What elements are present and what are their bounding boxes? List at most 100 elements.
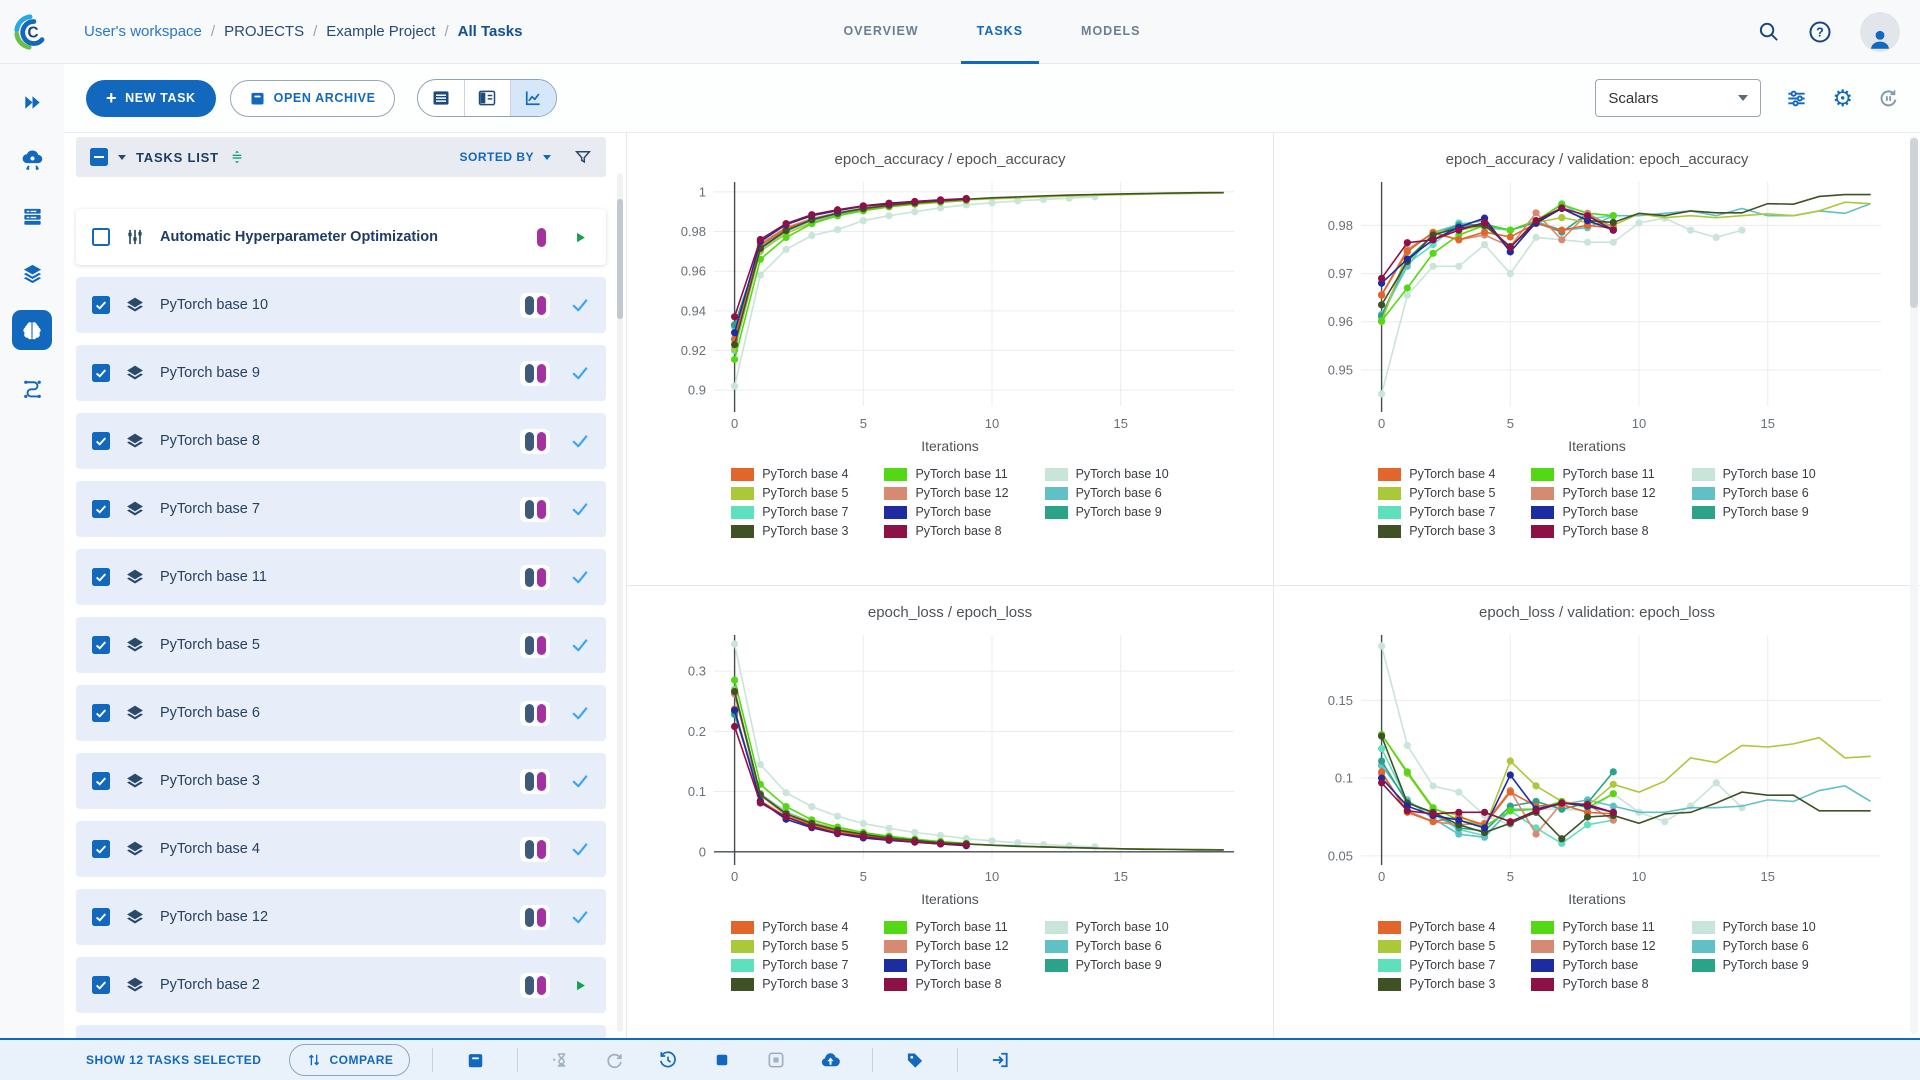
task-row[interactable]: PyTorch base 11 (76, 549, 606, 605)
tab-tasks[interactable]: TASKS (960, 0, 1040, 64)
task-row[interactable]: PyTorch base 6 (76, 685, 606, 741)
row-checkbox[interactable] (92, 840, 110, 858)
publish-icon[interactable] (810, 1044, 850, 1076)
add-tag-icon[interactable] (895, 1044, 935, 1076)
help-icon[interactable]: ? (1808, 20, 1832, 44)
legend-item[interactable]: PyTorch base (884, 505, 1008, 519)
legend-item[interactable]: PyTorch base 5 (1378, 939, 1495, 953)
task-row[interactable]: PyTorch base 3 (76, 753, 606, 809)
archive-action-icon[interactable] (455, 1044, 495, 1076)
breadcrumb-item[interactable]: All Tasks (458, 23, 523, 40)
sidebar-expand-icon[interactable] (12, 82, 52, 122)
legend-item[interactable]: PyTorch base 9 (1691, 505, 1816, 519)
legend-item[interactable]: PyTorch base 12 (884, 939, 1009, 953)
tasks-scrollbar-thumb[interactable] (617, 199, 623, 319)
legend-item[interactable]: PyTorch base 7 (1378, 958, 1495, 972)
sidebar-item-projects[interactable] (12, 310, 52, 350)
task-row[interactable]: Automatic Hyperparameter Optimization (76, 209, 606, 265)
legend-item[interactable]: PyTorch base 10 (1044, 467, 1169, 481)
legend-item[interactable]: PyTorch base 4 (1378, 920, 1495, 934)
search-icon[interactable] (1757, 20, 1780, 43)
legend-item[interactable]: PyTorch base 9 (1044, 958, 1169, 972)
open-archive-button[interactable]: OPEN ARCHIVE (229, 79, 395, 117)
legend-item[interactable]: PyTorch base 4 (1378, 467, 1495, 481)
sidebar-item-serving[interactable] (12, 139, 52, 179)
move-to-project-icon[interactable] (980, 1044, 1020, 1076)
row-checkbox[interactable] (92, 636, 110, 654)
legend-item[interactable]: PyTorch base 3 (1378, 977, 1495, 991)
row-checkbox[interactable] (92, 908, 110, 926)
legend-item[interactable]: PyTorch base 8 (1531, 524, 1655, 538)
breadcrumb-item[interactable]: PROJECTS (224, 23, 304, 40)
auto-refresh-icon[interactable] (1877, 87, 1900, 110)
task-row[interactable]: PyTorch base 12 (76, 889, 606, 945)
legend-item[interactable]: PyTorch base 7 (731, 505, 848, 519)
legend-item[interactable]: PyTorch base 6 (1044, 939, 1169, 953)
legend-item[interactable]: PyTorch base 4 (731, 467, 848, 481)
filter-icon[interactable] (574, 148, 592, 166)
task-row[interactable]: PyTorch base 8 (76, 413, 606, 469)
abort-icon[interactable] (702, 1044, 742, 1076)
legend-item[interactable]: PyTorch base 3 (1378, 524, 1495, 538)
task-row[interactable]: PyTorch base (76, 1025, 606, 1038)
legend-item[interactable]: PyTorch base 6 (1691, 486, 1816, 500)
task-row[interactable]: PyTorch base 2 (76, 957, 606, 1013)
tab-models[interactable]: MODELS (1065, 0, 1156, 64)
plot-area[interactable]: 0 5 10 15 0.95 0.96 0.97 0.98 (1297, 172, 1897, 440)
row-checkbox[interactable] (92, 228, 110, 246)
legend-item[interactable]: PyTorch base 5 (1378, 486, 1495, 500)
task-row[interactable]: PyTorch base 5 (76, 617, 606, 673)
legend-item[interactable]: PyTorch base 9 (1691, 958, 1816, 972)
legend-item[interactable]: PyTorch base 3 (731, 977, 848, 991)
row-checkbox[interactable] (92, 568, 110, 586)
legend-item[interactable]: PyTorch base 5 (731, 486, 848, 500)
legend-item[interactable]: PyTorch base 8 (1531, 977, 1655, 991)
legend-item[interactable]: PyTorch base 11 (884, 467, 1008, 481)
legend-item[interactable]: PyTorch base 10 (1044, 920, 1169, 934)
clearml-logo[interactable]: C (0, 0, 64, 64)
legend-item[interactable]: PyTorch base 10 (1691, 920, 1816, 934)
row-height-icon[interactable] (229, 149, 245, 165)
task-row[interactable]: PyTorch base 7 (76, 481, 606, 537)
breadcrumb-item[interactable]: User's workspace (84, 23, 202, 40)
legend-item[interactable]: PyTorch base 5 (731, 939, 848, 953)
legend-item[interactable]: PyTorch base 8 (884, 977, 1008, 991)
sidebar-item-datasets[interactable] (12, 253, 52, 293)
row-checkbox[interactable] (92, 296, 110, 314)
plot-area[interactable]: 0 5 10 15 0.9 0.92 0.94 0.96 0.98 1 (650, 172, 1250, 440)
legend-item[interactable]: PyTorch base 11 (1531, 467, 1655, 481)
plot-area[interactable]: 0 5 10 15 0 0.1 0.2 0.3 (650, 625, 1250, 893)
legend-item[interactable]: PyTorch base 3 (731, 524, 848, 538)
legend-item[interactable]: PyTorch base 6 (1044, 486, 1169, 500)
legend-item[interactable]: PyTorch base 4 (731, 920, 848, 934)
task-row[interactable]: PyTorch base 9 (76, 345, 606, 401)
select-all-checkbox[interactable] (90, 148, 108, 166)
legend-item[interactable]: PyTorch base (1531, 505, 1655, 519)
user-avatar[interactable] (1860, 11, 1900, 52)
legend-item[interactable]: PyTorch base 9 (1044, 505, 1169, 519)
new-task-button[interactable]: + NEW TASK (86, 79, 216, 117)
breadcrumb-item[interactable]: Example Project (326, 23, 435, 40)
plot-area[interactable]: 0 5 10 15 0.05 0.1 0.15 (1297, 625, 1897, 893)
legend-item[interactable]: PyTorch base (884, 958, 1008, 972)
split-view-button[interactable] (463, 80, 510, 116)
legend-item[interactable]: PyTorch base 7 (731, 958, 848, 972)
show-selected-button[interactable]: SHOW 12 TASKS SELECTED (86, 1053, 261, 1067)
row-checkbox[interactable] (92, 772, 110, 790)
select-menu-caret-icon[interactable] (118, 154, 126, 160)
legend-item[interactable]: PyTorch base 8 (884, 524, 1008, 538)
gear-icon[interactable]: ⚙ (1832, 86, 1853, 110)
chart-view-button[interactable] (509, 80, 556, 116)
sidebar-item-workers-queues[interactable] (12, 196, 52, 236)
legend-item[interactable]: PyTorch base 11 (1531, 920, 1655, 934)
legend-item[interactable]: PyTorch base 12 (1531, 939, 1656, 953)
row-checkbox[interactable] (92, 364, 110, 382)
legend-item[interactable]: PyTorch base 11 (884, 920, 1008, 934)
row-checkbox[interactable] (92, 704, 110, 722)
table-view-button[interactable] (418, 80, 464, 116)
legend-item[interactable]: PyTorch base 6 (1691, 939, 1816, 953)
task-row[interactable]: PyTorch base 4 (76, 821, 606, 877)
task-row[interactable]: PyTorch base 10 (76, 277, 606, 333)
reset-icon[interactable] (648, 1044, 688, 1076)
charts-scrollbar-thumb[interactable] (1910, 138, 1918, 308)
